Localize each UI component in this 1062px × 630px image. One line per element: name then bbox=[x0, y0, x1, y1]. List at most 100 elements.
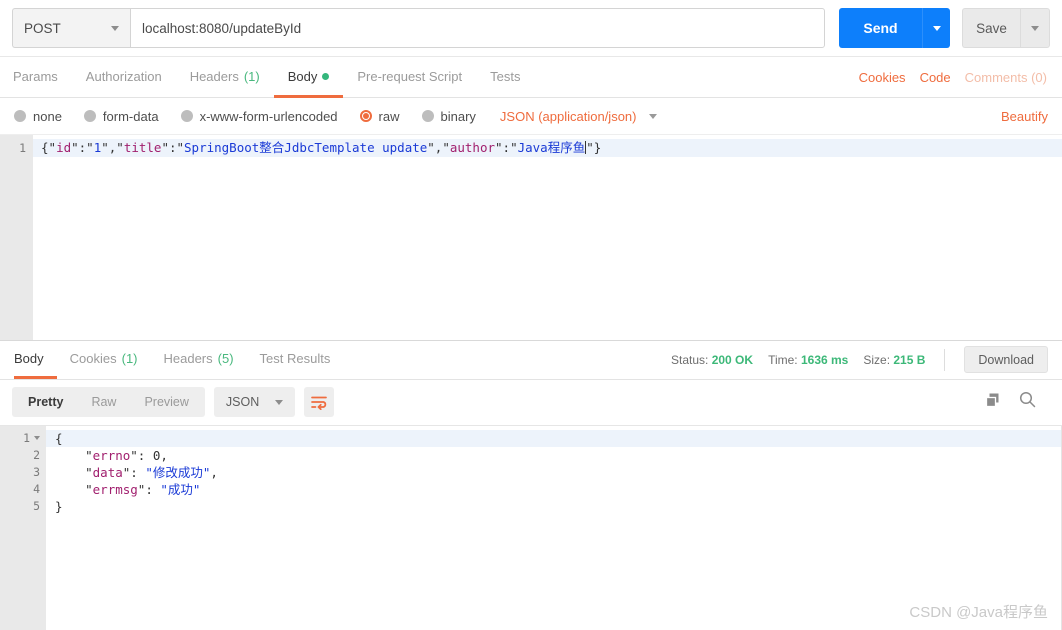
request-tabs: Params Authorization Headers (1) Body Pr… bbox=[0, 57, 1062, 98]
tab-headers[interactable]: Headers (1) bbox=[176, 57, 274, 98]
response-code-line: { bbox=[46, 429, 1062, 447]
line-number-row: 5 bbox=[0, 498, 46, 515]
send-button[interactable]: Send bbox=[839, 8, 922, 48]
content-type-select[interactable]: JSON (application/json) bbox=[500, 109, 658, 124]
beautify-button[interactable]: Beautify bbox=[1001, 109, 1048, 124]
response-meta: Status: 200 OK Time: 1636 ms Size: 215 B… bbox=[671, 346, 1048, 373]
request-url-bar: POST Send Save bbox=[0, 0, 1062, 57]
tab-label: Headers bbox=[189, 68, 239, 84]
chevron-down-icon bbox=[275, 399, 284, 405]
tab-label: Cookies bbox=[69, 351, 117, 366]
size-value: 215 B bbox=[893, 352, 926, 367]
cookies-link[interactable]: Cookies bbox=[859, 70, 906, 85]
line-number-row: 4 bbox=[0, 481, 46, 498]
code-token: ":" bbox=[161, 140, 185, 155]
chevron-down-icon bbox=[932, 25, 941, 31]
response-tab-headers[interactable]: Headers (5) bbox=[151, 341, 247, 379]
save-button[interactable]: Save bbox=[962, 8, 1020, 48]
code-token: ": bbox=[122, 464, 146, 480]
line-number: 4 bbox=[33, 481, 40, 496]
response-view-mode-group: Pretty Raw Preview bbox=[12, 387, 205, 417]
code-token: ":" bbox=[495, 140, 518, 155]
request-url-input[interactable] bbox=[130, 8, 825, 48]
content-type-label: JSON (application/json) bbox=[499, 108, 637, 124]
response-format-label: JSON bbox=[225, 395, 260, 409]
save-options-button[interactable] bbox=[1020, 8, 1050, 48]
line-number-row: 2 bbox=[0, 447, 46, 464]
code-token: title bbox=[123, 140, 162, 155]
line-number: 1 bbox=[19, 141, 26, 155]
tab-authorization[interactable]: Authorization bbox=[72, 57, 176, 98]
response-format-select[interactable]: JSON bbox=[213, 387, 296, 417]
time-label: Time: bbox=[768, 352, 798, 367]
view-mode-raw[interactable]: Raw bbox=[77, 389, 130, 415]
send-options-button[interactable] bbox=[922, 8, 950, 48]
http-method-select[interactable]: POST bbox=[12, 8, 130, 48]
body-type-row: none form-data x-www-form-urlencoded raw… bbox=[0, 98, 1062, 135]
view-mode-pretty[interactable]: Pretty bbox=[14, 389, 77, 415]
view-mode-preview[interactable]: Preview bbox=[130, 389, 202, 415]
radio-icon bbox=[180, 110, 193, 122]
tab-label: Pre-request Script bbox=[357, 68, 463, 84]
code-token: ": bbox=[130, 447, 153, 463]
radio-icon bbox=[421, 110, 434, 122]
copy-button[interactable] bbox=[985, 392, 1001, 413]
radio-selected-icon bbox=[359, 110, 372, 122]
response-tab-test-results[interactable]: Test Results bbox=[247, 341, 344, 379]
radio-icon bbox=[83, 110, 96, 122]
code-token: , bbox=[210, 464, 218, 480]
line-number-row: 3 bbox=[0, 464, 46, 481]
response-tab-body[interactable]: Body bbox=[14, 341, 57, 379]
fold-arrow-icon[interactable] bbox=[34, 436, 40, 440]
code-link[interactable]: Code bbox=[920, 70, 951, 85]
tab-tests[interactable]: Tests bbox=[476, 57, 534, 98]
radio-icon bbox=[14, 110, 26, 122]
search-icon bbox=[1019, 391, 1036, 408]
request-editor-code[interactable]: {"id":"1","title":"SpringBoot整合JdbcTempl… bbox=[33, 135, 1062, 340]
code-token: Java程序鱼 bbox=[517, 140, 586, 155]
response-tab-cookies[interactable]: Cookies (1) bbox=[57, 341, 151, 379]
request-body-line: {"id":"1","title":"SpringBoot整合JdbcTempl… bbox=[33, 139, 1062, 157]
word-wrap-button[interactable] bbox=[304, 387, 335, 417]
body-type-label: raw bbox=[378, 108, 400, 124]
code-token: "成功" bbox=[160, 481, 201, 497]
response-view-actions bbox=[985, 391, 1050, 413]
word-wrap-icon bbox=[310, 396, 327, 410]
code-token: errmsg bbox=[92, 481, 138, 497]
comments-link[interactable]: Comments (0) bbox=[965, 70, 1047, 85]
search-button[interactable] bbox=[1019, 391, 1036, 413]
line-number: 2 bbox=[33, 447, 40, 462]
tab-pre-request-script[interactable]: Pre-request Script bbox=[343, 57, 476, 98]
copy-icon bbox=[985, 393, 999, 407]
code-token: , bbox=[160, 447, 168, 463]
code-token: "," bbox=[427, 140, 450, 155]
save-button-group: Save bbox=[962, 8, 1050, 48]
body-type-none[interactable]: none bbox=[14, 109, 62, 124]
tab-body[interactable]: Body bbox=[273, 57, 344, 98]
code-token: author bbox=[449, 140, 496, 155]
request-tabs-actions: Cookies Code Comments (0) bbox=[859, 57, 1049, 97]
request-body-editor[interactable]: 1 {"id":"1","title":"SpringBoot整合JdbcTem… bbox=[0, 135, 1062, 341]
code-token: " bbox=[55, 481, 93, 497]
line-number: 1 bbox=[23, 430, 30, 445]
body-type-raw[interactable]: raw bbox=[359, 108, 400, 124]
code-token: "修改成功" bbox=[145, 464, 211, 480]
body-type-form-data[interactable]: form-data bbox=[83, 109, 159, 124]
tab-params[interactable]: Params bbox=[13, 57, 72, 98]
body-type-label: x-www-form-urlencoded bbox=[199, 108, 338, 124]
code-token: data bbox=[92, 464, 123, 480]
size-label: Size: bbox=[863, 352, 891, 367]
watermark: CSDN @Java程序鱼 bbox=[909, 604, 1048, 621]
code-token: "," bbox=[101, 140, 124, 155]
code-token: " bbox=[55, 464, 93, 480]
response-body-panel[interactable]: 12345 { "errno": 0, "data": "修改成功", "err… bbox=[0, 424, 1062, 630]
line-number: 5 bbox=[33, 498, 40, 513]
code-token: } bbox=[55, 498, 63, 514]
body-present-dot-icon bbox=[322, 72, 330, 80]
time-metric: Time: 1636 ms bbox=[768, 353, 848, 367]
chevron-down-icon bbox=[1031, 25, 1039, 31]
download-button[interactable]: Download bbox=[964, 346, 1048, 373]
status-metric: Status: 200 OK bbox=[671, 353, 753, 367]
body-type-urlencoded[interactable]: x-www-form-urlencoded bbox=[180, 108, 338, 124]
body-type-binary[interactable]: binary bbox=[421, 109, 476, 124]
